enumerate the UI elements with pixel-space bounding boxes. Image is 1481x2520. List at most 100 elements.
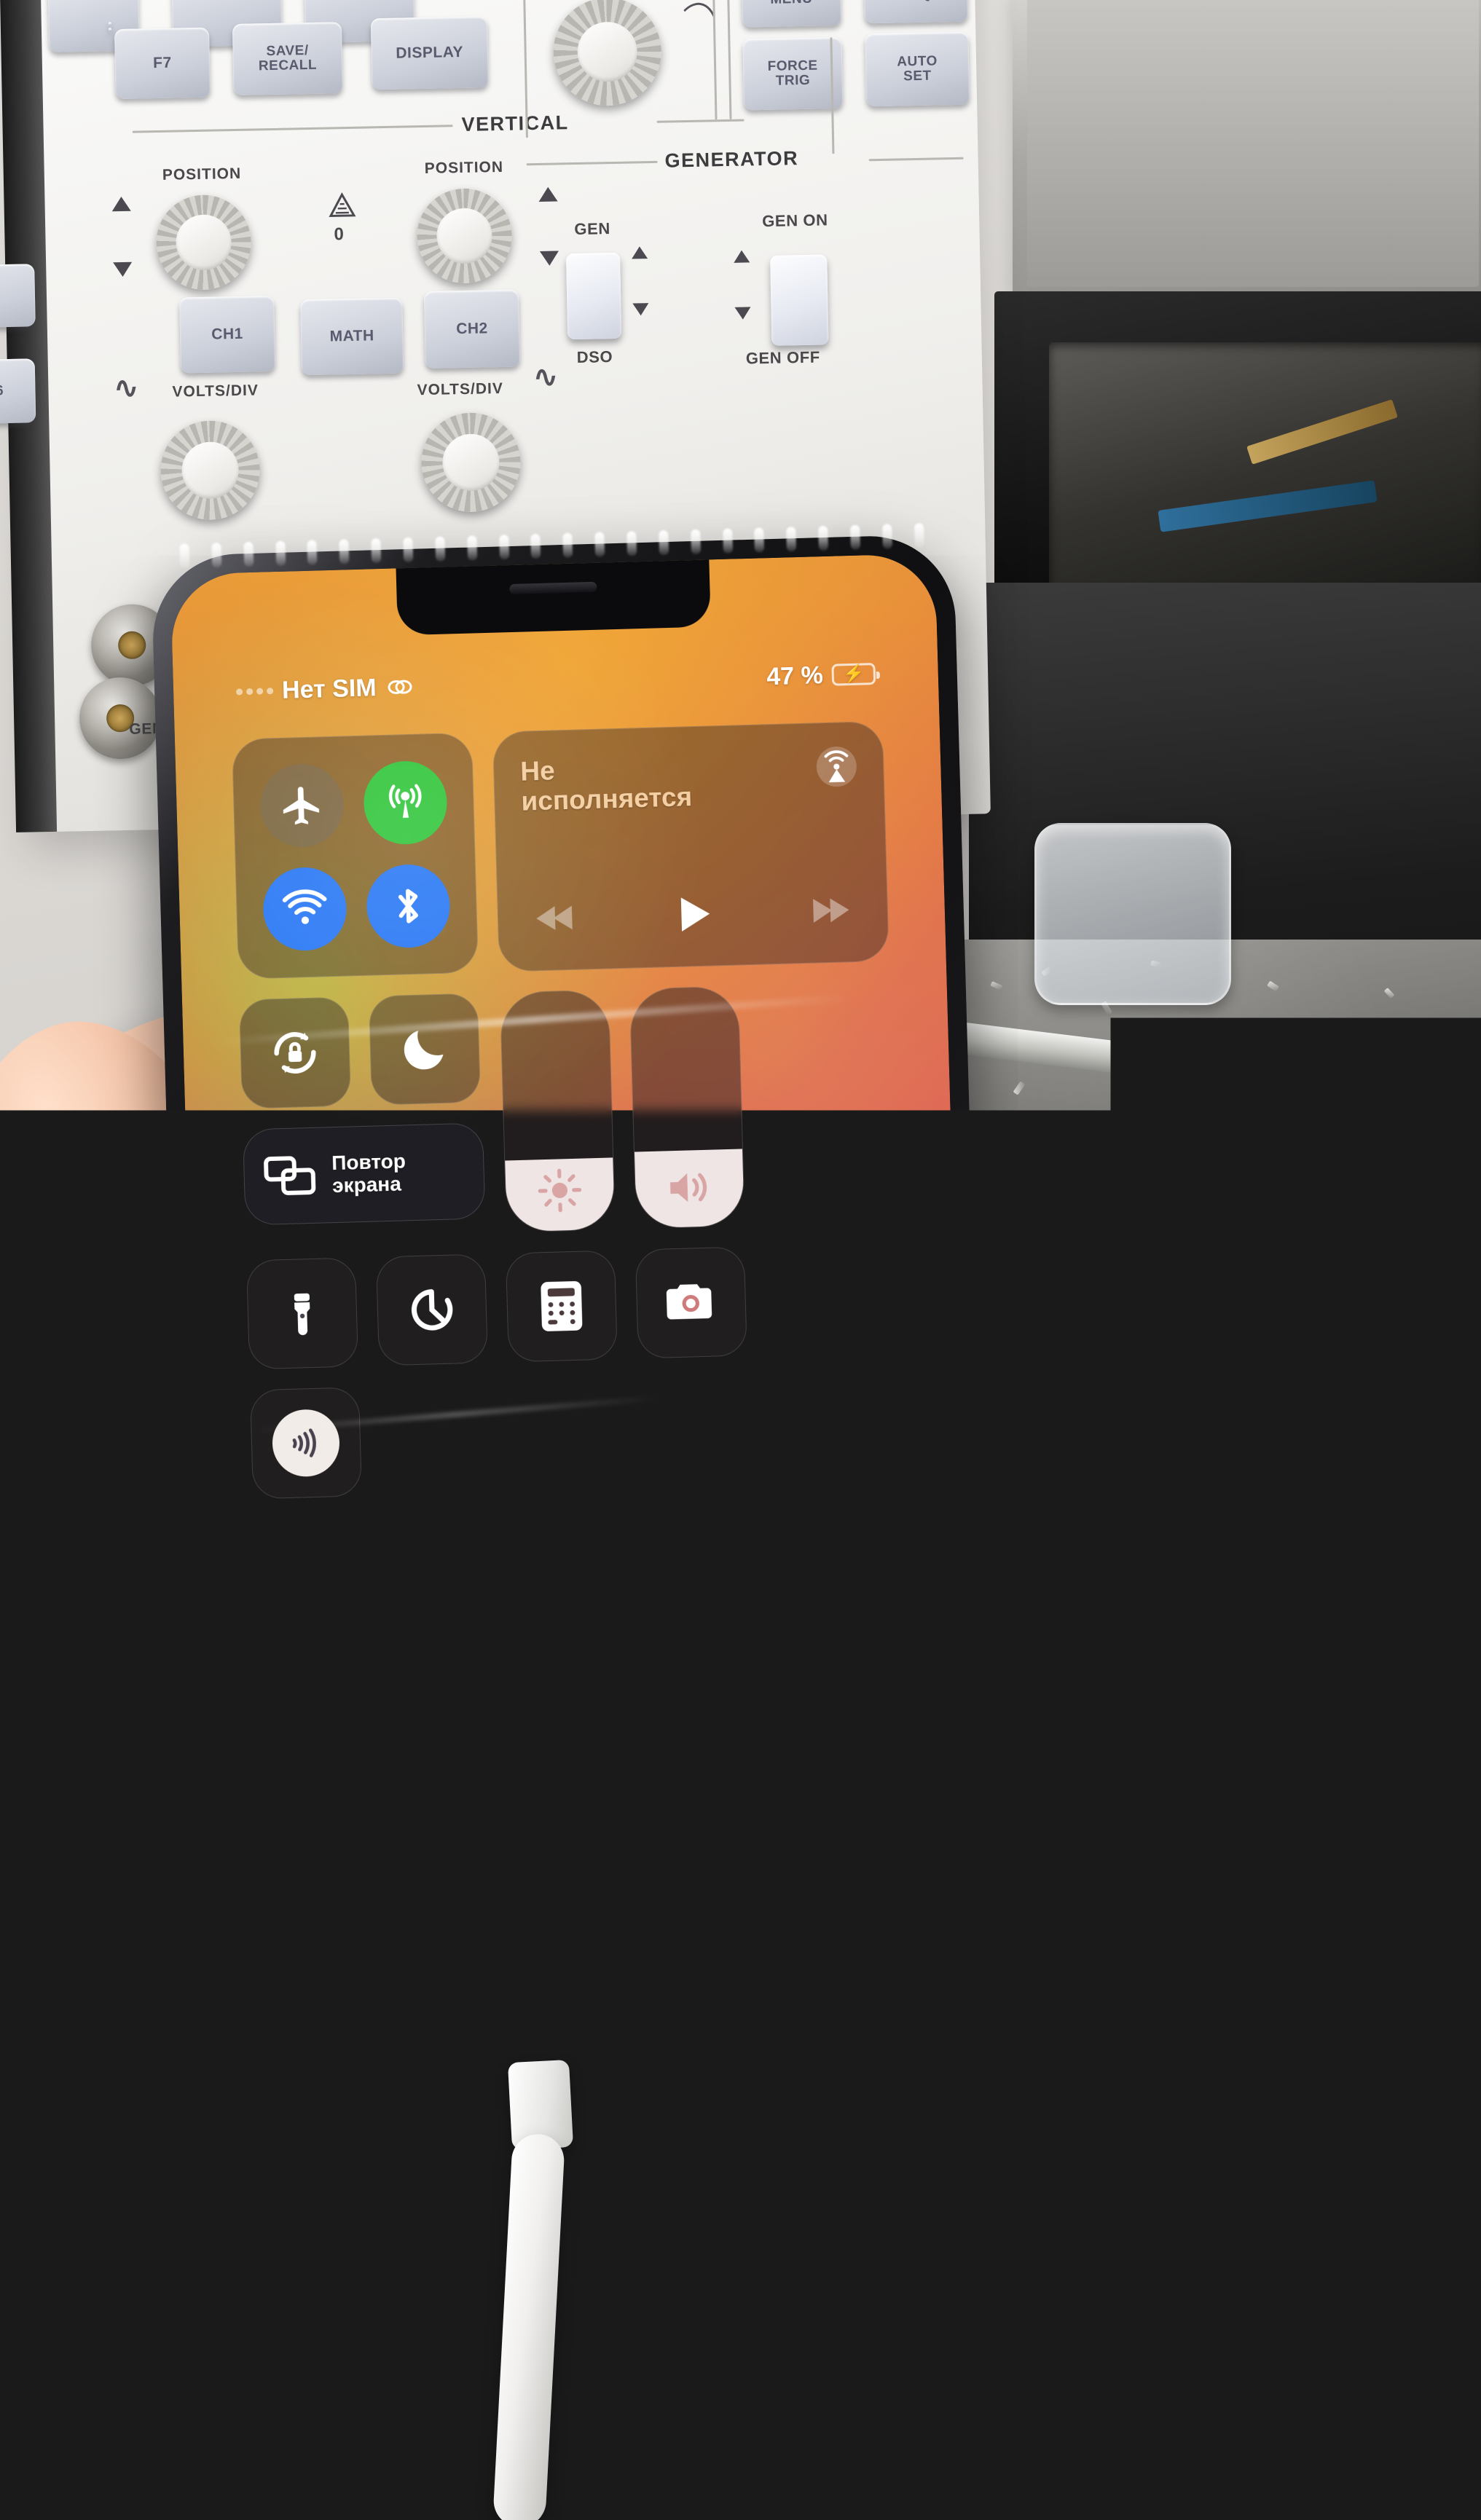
calculator-tile[interactable] [506,1250,618,1362]
gen-on-off-switch[interactable] [770,254,828,345]
scope-button-display[interactable]: DISPLAY [371,16,489,90]
screw [1201,1223,1215,1231]
cellular-data-toggle[interactable] [363,760,448,846]
scope-button-trig-menu-label: TRIGMENU [770,0,813,7]
waveform-symbol-left: ∿ [114,371,138,406]
position-down-arrow-left [113,262,132,277]
flashlight-tile[interactable] [246,1257,358,1369]
scope-button-trig-menu[interactable]: TRIGMENU [741,0,841,28]
control-center: Не исполняется Повтор экрана [232,721,905,1520]
hearing-tile[interactable] [250,1387,362,1499]
gen-on-up-arrow [734,250,750,262]
screw [1070,1310,1083,1318]
earpiece-speaker [509,582,597,594]
plastic-parts-case [1034,823,1231,1005]
scope-button-save-recall[interactable]: SAVE/RECALL [232,22,343,95]
media-playback-module[interactable]: Не исполняется [492,721,889,972]
generator-section-label: GENERATOR [664,147,798,173]
do-not-disturb-toggle[interactable] [369,993,481,1105]
scope-button-math-label: MATH [329,328,374,344]
airplane-icon [279,782,326,829]
airplane-mode-toggle[interactable] [259,763,345,848]
metal-box-top [1013,0,1481,299]
flashlight-icon [276,1287,329,1339]
scope-button-ch2[interactable]: CH2 [424,290,520,369]
gen-on-label: GEN ON [762,210,828,231]
scope-button-force-trig[interactable]: FORCE TRIG [742,37,843,111]
play-icon[interactable] [669,891,716,937]
dso-label: DSO [577,347,613,367]
position-label-right: POSITION [425,159,504,178]
wallpaper-blob [239,1666,432,1803]
tray-tool [1158,480,1377,532]
screw [1217,1155,1226,1167]
carrier-label: Нет SIM [282,674,377,705]
panel-divider-3 [726,0,732,119]
media-title-line2: исполняется [521,782,693,817]
board-connector [1292,1734,1359,1756]
screen-mirroring-icon [263,1154,317,1198]
scope-button-auto-set[interactable]: AUTO SET [865,32,970,107]
volume-slider[interactable] [629,985,745,1229]
vertical-section-label: VERTICAL [461,111,569,136]
gen-dso-switch[interactable] [566,253,621,339]
scope-spacer [109,22,111,25]
iphone-device: Нет SIM 47 % ⚡ Не исполняется Повтор экр… [151,534,996,2085]
scope-button-f7[interactable]: F7 [114,28,211,99]
vertical-position-knob-ch2[interactable] [416,188,512,284]
scope-button-ch2-label: CH2 [456,320,488,337]
scope-button-f6-label: F6 [0,384,4,399]
scope-button-ch1[interactable]: CH1 [179,296,275,373]
toggles-and-mirroring-column: Повтор экрана [239,993,486,1240]
connectivity-module [232,733,479,980]
volts-div-knob-ch1[interactable] [160,420,261,521]
timer-icon [404,1282,460,1337]
board-connector [1132,1676,1213,1700]
scope-button-single-seq[interactable]: SINGLESEQ [863,0,968,23]
vertical-divider-right [657,119,745,123]
scope-button-save-recall-label: SAVE/RECALL [258,44,317,74]
vertical-divider-left [133,125,453,133]
charging-bolt-icon: ⚡ [843,666,865,684]
media-title: Не исполняется [520,752,696,817]
dock-blur [565,1829,613,1918]
volume-icon [664,1165,715,1210]
screw [1267,981,1279,992]
bluetooth-toggle[interactable] [366,864,451,949]
screw [1370,1242,1380,1254]
screen-mirroring-button[interactable]: Повтор экрана [243,1122,486,1225]
generator-knob[interactable] [552,0,662,107]
wifi-icon [282,886,329,932]
board-connector [1025,1650,1113,1676]
control-center-row-1: Не исполняется [232,721,889,980]
scope-button-f5-left[interactable] [0,264,36,328]
bnc-connector-gen-out[interactable] [79,677,162,760]
mat-speck [1326,2243,1331,2248]
timer-tile[interactable] [376,1253,488,1366]
home-indicator[interactable] [473,2005,713,2020]
screw [1204,1023,1213,1036]
scope-button-f6[interactable]: F6 [0,358,36,424]
calculator-icon [537,1279,586,1334]
phone-screen[interactable]: Нет SIM 47 % ⚡ Не исполняется Повтор экр… [170,554,977,2066]
scope-button-single-seq-label: SINGLESEQ [889,0,943,3]
scope-button-math[interactable]: MATH [300,298,404,376]
rotation-lock-toggle[interactable] [239,996,351,1109]
screw [990,981,1002,991]
camera-tile[interactable] [635,1246,747,1358]
vertical-position-knob-ch1[interactable] [155,194,251,291]
control-center-row-3 [246,1243,900,1370]
volts-div-label-right: VOLTS/DIV [417,380,503,399]
wifi-toggle[interactable] [262,867,347,952]
airplay-icon[interactable] [814,744,860,790]
screw [1034,1214,1046,1224]
brightness-slider[interactable] [500,989,616,1232]
control-center-row-2: Повтор экрана [239,982,897,1240]
ground-zero-label: 0 [334,224,344,245]
rewind-icon[interactable] [534,902,575,934]
generator-divider-right [869,157,964,161]
signal-dots-icon [236,688,273,695]
ground-symbol-icon [326,191,358,222]
fast-forward-icon[interactable] [809,894,851,926]
volts-div-knob-ch2[interactable] [420,412,522,513]
